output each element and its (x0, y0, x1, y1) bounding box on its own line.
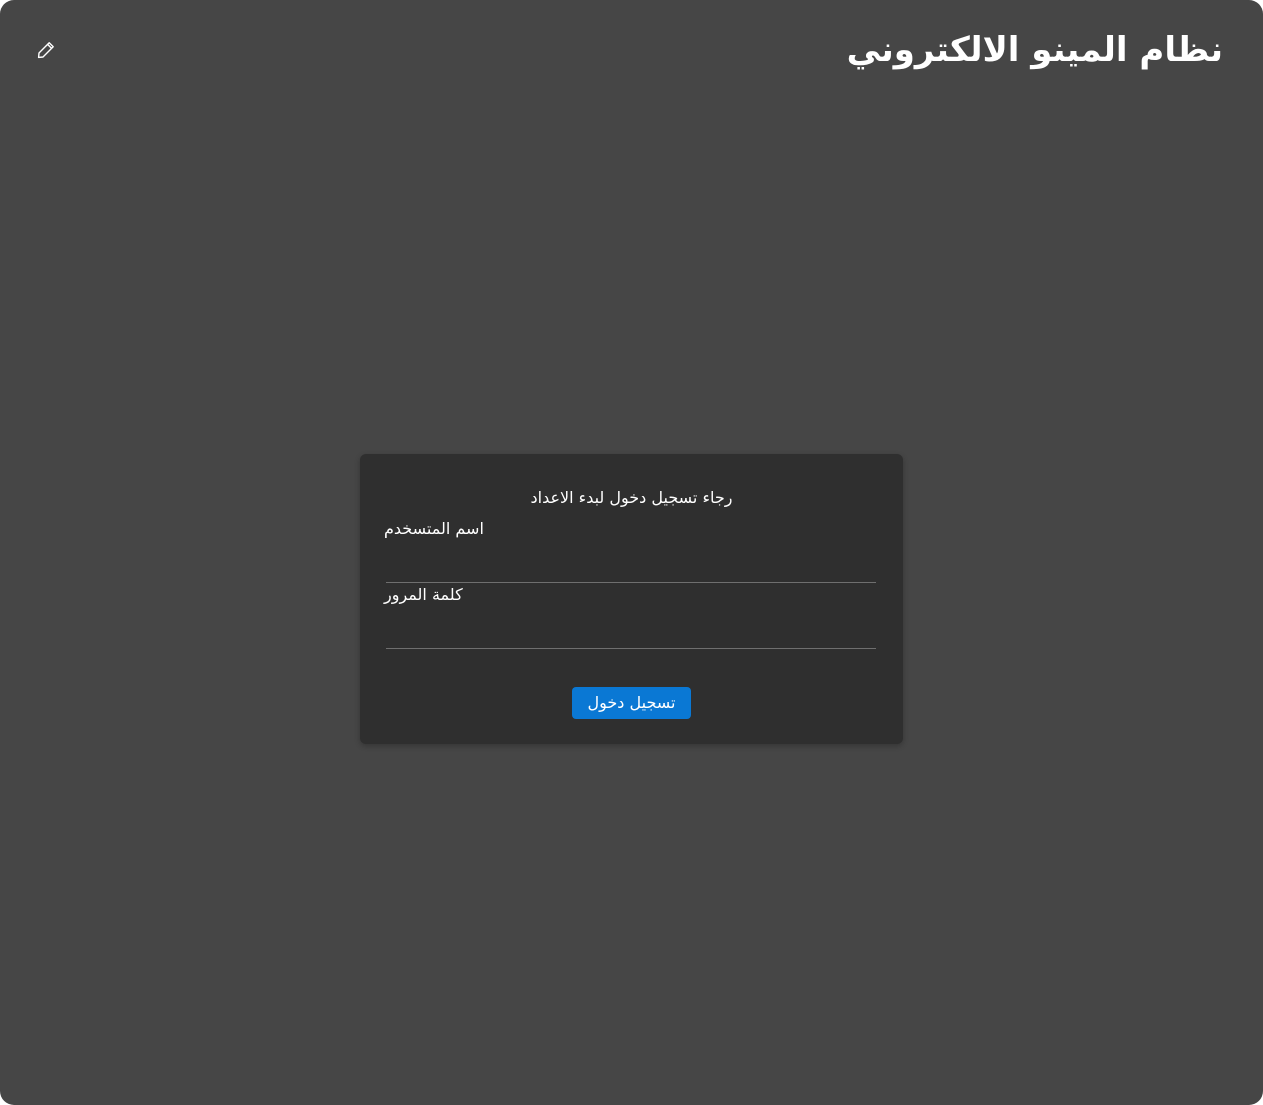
username-input[interactable] (386, 553, 876, 583)
login-card: رجاء تسجيل دخول لبدء الاعداد اسم المتسخد… (360, 454, 903, 744)
edit-button[interactable] (30, 34, 62, 66)
login-prompt: رجاء تسجيل دخول لبدء الاعداد (530, 488, 733, 507)
login-button[interactable]: تسجيل دخول (572, 687, 691, 719)
app-window: نظام المينو الالكتروني رجاء تسجيل دخول ل… (0, 0, 1263, 1105)
password-input[interactable] (386, 619, 876, 649)
password-label: كلمة المرور (384, 585, 463, 604)
username-label: اسم المتسخدم (384, 519, 484, 538)
app-title: نظام المينو الالكتروني (846, 30, 1223, 70)
pencil-icon (36, 40, 56, 60)
